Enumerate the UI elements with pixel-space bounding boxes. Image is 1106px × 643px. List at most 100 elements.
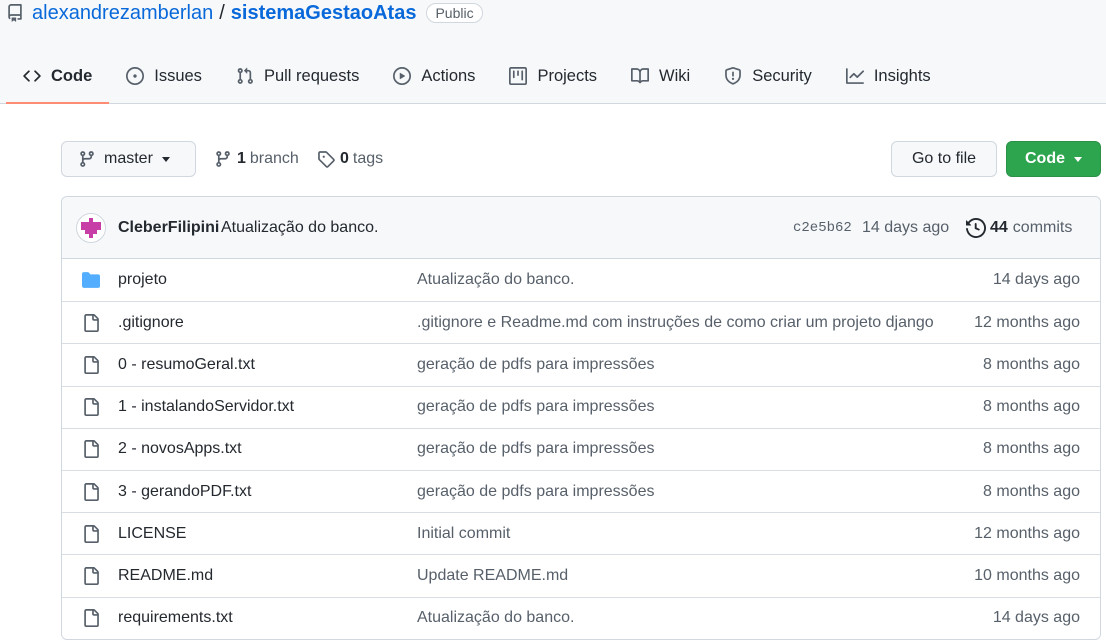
tab-issues[interactable]: Issues [109,56,219,96]
shield-icon [724,67,742,85]
tag-icon [317,150,335,168]
branches-count: 1 [237,150,246,167]
file-age: 14 days ago [992,609,1080,627]
issue-icon [126,67,145,85]
tags-link[interactable]: 0 tags [317,141,383,177]
go-to-file-button[interactable]: Go to file [891,141,997,177]
folder-icon [82,271,100,289]
file-age: 8 months ago [983,355,1080,373]
code-button-label: Code [1025,150,1065,167]
caret-down-icon [1074,156,1082,162]
commits-label: commits [1012,218,1073,236]
branches-label: branch [249,150,299,167]
tab-actions-label: Actions [421,66,476,85]
file-name-link[interactable]: 2 - novosApps.txt [118,440,242,458]
file-icon [82,355,100,374]
file-row: README.md Update README.md 10 months ago [62,554,1100,596]
commit-author-link[interactable]: CleberFilipini [118,219,219,237]
tab-wiki-label: Wiki [659,66,691,85]
tab-security[interactable]: Security [707,56,829,96]
tab-issues-label: Issues [154,66,202,85]
avatar[interactable] [76,213,106,243]
file-icon [82,440,100,459]
latest-commit-bar: CleberFilipini Atualização do banco. c2e… [62,197,1100,259]
tab-pull-requests[interactable]: Pull requests [219,56,376,96]
file-icon [82,398,100,417]
file-icon [82,524,100,543]
commit-sha-link[interactable]: c2e5b62 [793,220,852,236]
file-row: 2 - novosApps.txt geração de pdfs para im… [62,427,1100,470]
tab-wiki[interactable]: Wiki [614,56,707,96]
tab-pull-requests-label: Pull requests [263,66,360,85]
git-branch-icon [78,150,96,168]
file-icon [82,482,100,501]
file-name-link[interactable]: .gitignore [118,314,184,332]
tags-count: 0 [340,150,349,167]
code-dropdown-button[interactable]: Code [1006,141,1101,177]
repo-header: alexandrezamberlan / sistemaGestaoAtas P… [0,0,1106,104]
tab-code-label: Code [51,66,93,85]
file-commit-message-link[interactable]: geração de pdfs para impressões [417,398,654,416]
file-age: 12 months ago [974,524,1080,542]
tab-insights-label: Insights [873,66,931,85]
branches-link[interactable]: 1 branch [214,141,299,177]
file-age: 8 months ago [983,398,1080,416]
file-name-link[interactable]: 3 - gerandoPDF.txt [118,483,251,501]
visibility-badge: Public [426,3,483,23]
repo-title: alexandrezamberlan / sistemaGestaoAtas P… [6,0,483,26]
file-age: 14 days ago [992,271,1080,289]
tab-code[interactable]: Code [6,56,110,104]
book-icon [631,67,650,85]
tab-actions[interactable]: Actions [376,56,492,96]
commit-age: 14 days ago [862,218,950,236]
file-age: 12 months ago [974,313,1080,331]
file-icon [82,313,100,332]
file-row: LICENSE Initial commit 12 months ago [62,512,1100,554]
file-row: 1 - instalandoServidor.txt geração de pdf… [62,385,1100,428]
file-name-link[interactable]: README.md [118,567,213,585]
branch-name: master [104,150,153,167]
file-row: .gitignore .gitignore e Readme.md com ins… [62,301,1100,343]
file-commit-message-link[interactable]: Atualização do banco. [417,609,574,627]
file-row: 3 - gerandoPDF.txt geração de pdfs para i… [62,469,1100,512]
project-icon [509,67,528,85]
file-age: 10 months ago [974,566,1080,584]
file-age: 8 months ago [983,440,1080,458]
file-commit-message-link[interactable]: geração de pdfs para impressões [417,483,654,501]
file-row: requirements.txt Atualização do banco. 14 … [62,596,1100,639]
file-name-link[interactable]: requirements.txt [118,609,233,627]
caret-down-icon [161,156,170,162]
file-icon [82,566,100,585]
tags-label: tags [352,150,384,167]
repo-name-link[interactable]: sistemaGestaoAtas [231,2,417,25]
file-navigation: master 1 branch 0 tags Go to file Code [61,141,1101,177]
file-name-link[interactable]: projeto [118,271,167,289]
branch-select-button[interactable]: master [61,141,196,177]
commits-history-link[interactable]: 44 commits [966,217,1073,238]
file-commit-message-link[interactable]: geração de pdfs para impressões [417,356,654,374]
history-icon [966,217,986,238]
tab-projects-label: Projects [537,66,598,85]
file-commit-message-link[interactable]: .gitignore e Readme.md com instruções de… [417,314,934,332]
file-commit-message-link[interactable]: Initial commit [417,525,510,543]
file-icon [82,609,100,628]
file-age: 8 months ago [983,482,1080,500]
tab-projects[interactable]: Projects [492,56,614,96]
file-name-link[interactable]: 1 - instalandoServidor.txt [118,398,294,416]
commits-count: 44 [990,218,1008,236]
file-name-link[interactable]: 0 - resumoGeral.txt [118,356,255,374]
file-commit-message-link[interactable]: Update README.md [417,567,568,585]
file-commit-message-link[interactable]: geração de pdfs para impressões [417,440,654,458]
pull-request-icon [236,67,254,85]
file-name-link[interactable]: LICENSE [118,525,186,543]
repo-nav-tabs: Code Issues Pull requests Actions Projec… [6,56,948,104]
code-icon [23,67,41,85]
tab-insights[interactable]: Insights [829,56,948,96]
repo-owner-link[interactable]: alexandrezamberlan [32,2,213,25]
graph-icon [845,67,864,85]
repo-icon [6,4,24,22]
commit-message-link[interactable]: Atualização do banco. [221,219,378,237]
play-icon [393,67,412,85]
file-commit-message-link[interactable]: Atualização do banco. [417,271,574,289]
file-row: projeto Atualização do banco. 14 days ago [62,259,1100,301]
